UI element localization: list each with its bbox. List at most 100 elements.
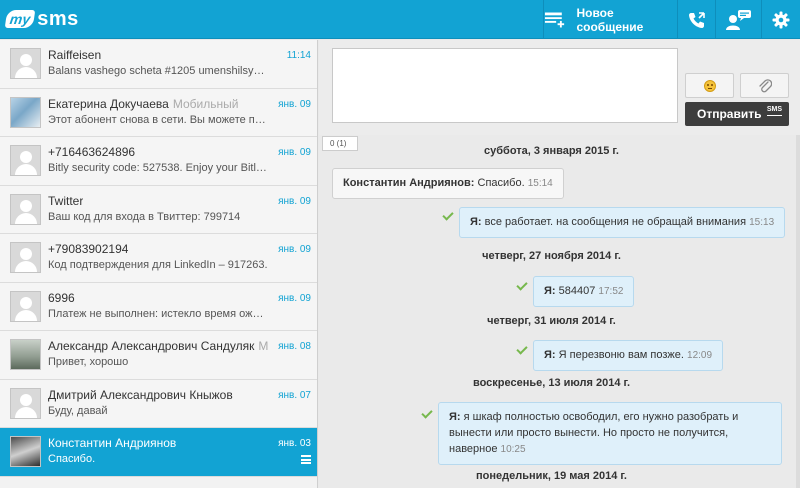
incoming-message: Константин Андриянов: Спасибо. 15:14: [332, 168, 564, 199]
new-message-label: Новое сообщение: [576, 5, 644, 34]
conversation-item[interactable]: Дмитрий Александрович Кныжов Буду, давай…: [0, 379, 317, 428]
contact-name: Raiffeisen: [48, 48, 102, 62]
new-message-icon: [544, 12, 565, 27]
message-time: янв. 09: [278, 244, 311, 255]
message-text: 584407: [558, 285, 596, 297]
contact-name: Екатерина Докучаева Мобильный: [48, 96, 239, 111]
avatar-placeholder-icon: [10, 193, 41, 225]
avatar: [10, 339, 41, 370]
message-time: 11:14: [286, 50, 311, 61]
delivered-check-icon: [421, 407, 433, 419]
gear-icon: [772, 11, 790, 28]
character-counter: 0 (1): [322, 136, 358, 151]
message-sender: Я:: [544, 349, 556, 361]
conversation-item[interactable]: +716463624896 Bitly security code: 52753…: [0, 137, 317, 186]
phone-icon: [688, 11, 705, 28]
message-text: Спасибо.: [477, 177, 525, 189]
top-bar: my sms Новое сообщение: [0, 0, 800, 39]
message-text: я шкаф полностью освободил, его нужно ра…: [449, 411, 739, 455]
outgoing-message: Я: 584407 17:52: [533, 276, 635, 307]
logo-my: my: [4, 10, 36, 28]
message-preview: Этот абонент снова в сети. Вы можете поз…: [48, 113, 268, 126]
outgoing-message: Я: я шкаф полностью освободил, его нужно…: [438, 402, 782, 465]
smiley-icon: [703, 79, 716, 92]
contact-name: +79083902194: [48, 242, 129, 256]
logo-sms: sms: [37, 7, 79, 30]
date-separator: воскресенье, 13 июля 2014 г.: [472, 377, 631, 389]
conversation-item[interactable]: Raiffeisen Balans vashego scheta #1205 u…: [0, 40, 317, 89]
message-time: 12:09: [687, 350, 713, 361]
contact-name: +716463624896: [48, 145, 136, 159]
message-sender: Константин Андриянов:: [343, 177, 475, 189]
scrollbar[interactable]: [796, 135, 800, 488]
message-sender: Я:: [544, 285, 556, 297]
contact-type: Мобильный: [172, 96, 239, 111]
avatar-placeholder-icon: [10, 242, 41, 273]
send-label: Отправить: [697, 107, 762, 121]
contacts-button[interactable]: [715, 0, 761, 39]
contact-name: Константин Андриянов: [48, 436, 177, 450]
date-separator: суббота, 3 января 2015 г.: [484, 145, 619, 157]
contact-name: Дмитрий Александрович Кныжов: [48, 387, 233, 402]
message-time: янв. 09: [278, 147, 311, 158]
message-preview: Буду, давай: [48, 404, 108, 417]
message-preview: Спасибо.: [48, 453, 96, 465]
emoji-button[interactable]: [685, 73, 734, 98]
message-preview: Balans vashego scheta #1205 umenshilsya …: [48, 65, 268, 77]
outgoing-message: Я: Я перезвоню вам позже. 12:09: [533, 340, 724, 371]
contact-name: Twitter: [48, 193, 84, 208]
send-button[interactable]: Отправить SMS: [685, 102, 789, 126]
paperclip-icon: [758, 78, 772, 92]
message-preview: Платеж не выполнен: истекло время ожид..…: [48, 307, 268, 320]
conversation-item[interactable]: 6996 Платеж не выполнен: истекло время о…: [0, 282, 317, 331]
contact-type: М...: [258, 339, 268, 353]
message-time: янв. 09: [278, 98, 311, 110]
message-preview: Bitly security code: 527538. Enjoy your …: [48, 162, 268, 174]
conversation-item[interactable]: Twitter Ваш код для входа в Твиттер: 799…: [0, 185, 317, 234]
avatar: [10, 436, 41, 467]
message-time: 15:13: [749, 217, 775, 228]
message-time: янв. 03: [278, 438, 311, 449]
message-preview: Привет, хорошо: [48, 356, 129, 368]
settings-button[interactable]: [761, 0, 800, 39]
delivered-check-icon: [516, 279, 528, 291]
contact-name: Александр Александрович СандулякМ...: [48, 339, 268, 353]
conversation-item[interactable]: Александр Александрович СандулякМ... При…: [0, 331, 317, 380]
message-thread[interactable]: суббота, 3 января 2015 г. Константин Анд…: [319, 135, 800, 488]
delivered-check-icon: [442, 209, 454, 221]
attach-button[interactable]: [740, 73, 789, 98]
conversation-list[interactable]: Raiffeisen Balans vashego scheta #1205 u…: [0, 40, 318, 488]
contacts-icon: [725, 9, 751, 30]
date-separator: четверг, 27 ноября 2014 г.: [482, 250, 621, 262]
message-preview: Код подтверждения для LinkedIn – 917263.: [48, 259, 268, 271]
message-preview: Ваш код для входа в Твиттер: 799714: [48, 210, 241, 223]
date-separator: понедельник, 19 мая 2014 г.: [476, 470, 627, 482]
avatar-placeholder-icon: [10, 387, 41, 419]
new-message-button[interactable]: Новое сообщение: [543, 0, 677, 39]
outgoing-message: Я: все работает. на сообщения не обращай…: [459, 207, 786, 238]
sms-badge: SMS: [766, 106, 782, 116]
message-time: 17:52: [598, 286, 624, 297]
avatar-placeholder-icon: [10, 145, 41, 176]
date-separator: четверг, 31 июля 2014 г.: [487, 315, 616, 327]
mysms-logo[interactable]: my sms: [4, 6, 79, 32]
message-time: 15:14: [527, 178, 553, 189]
message-sender: Я:: [449, 411, 461, 423]
composer: Отправить SMS: [319, 40, 800, 135]
avatar: [10, 96, 41, 128]
calls-button[interactable]: [677, 0, 715, 39]
message-sender: Я:: [470, 216, 482, 228]
message-text: все работает. на сообщения не обращай вн…: [484, 216, 747, 228]
message-input[interactable]: [332, 48, 678, 123]
message-text: Я перезвоню вам позже.: [558, 349, 684, 361]
menu-icon[interactable]: [301, 455, 311, 464]
delivered-check-icon: [516, 343, 528, 355]
conversation-item-active[interactable]: Константин Андриянов Спасибо. янв. 03: [0, 428, 317, 477]
message-time: янв. 07: [278, 389, 311, 401]
contact-name: 6996: [48, 290, 75, 305]
avatar-placeholder-icon: [10, 48, 41, 79]
message-time: 10:25: [500, 444, 526, 455]
avatar-placeholder-icon: [10, 290, 41, 322]
conversation-item[interactable]: Екатерина Докучаева Мобильный Этот абонен…: [0, 88, 317, 137]
conversation-item[interactable]: +79083902194 Код подтверждения для Linke…: [0, 234, 317, 283]
